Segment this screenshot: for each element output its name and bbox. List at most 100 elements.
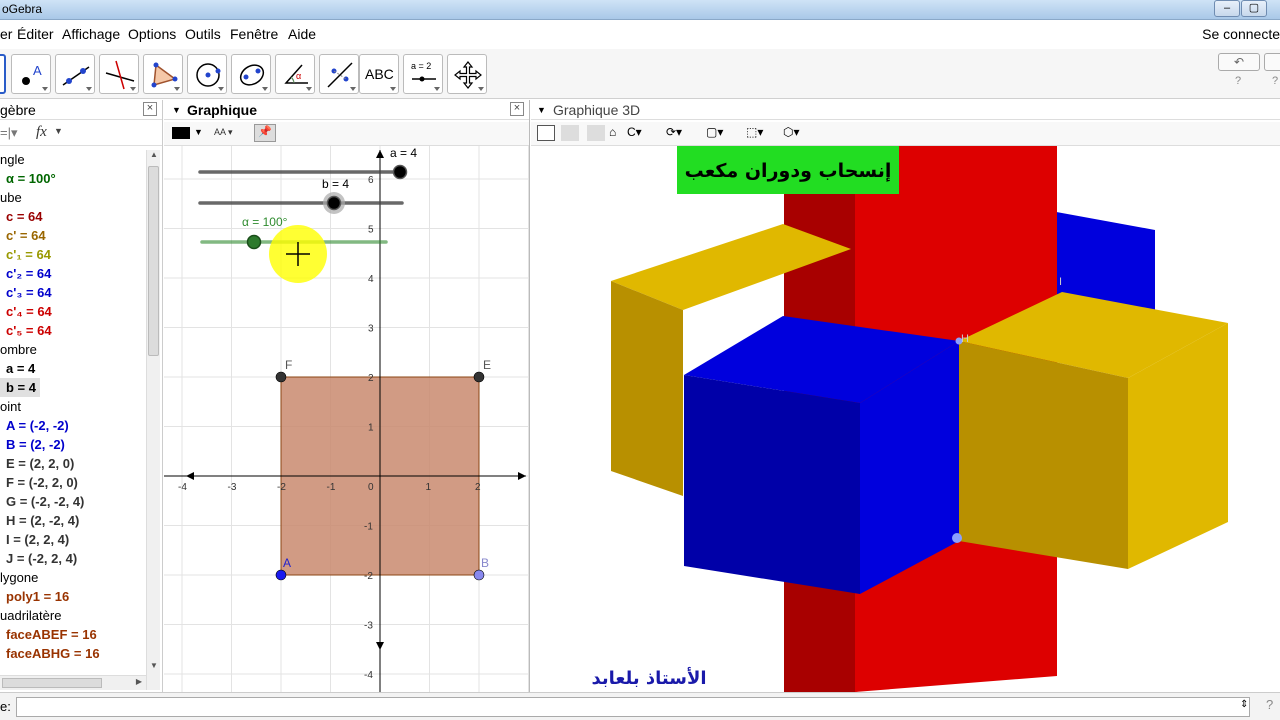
graphics-canvas[interactable]: -4 -3 -2 -1 0 1 2 6 5 4 3 2 1 -1 -2 -3 -4 A B F Ea = 4 b = 4 α…	[164, 146, 530, 692]
menu-tools[interactable]: Outils	[185, 26, 221, 42]
point-B[interactable]	[473, 569, 485, 581]
polygon-tool[interactable]	[143, 54, 183, 94]
menu-options[interactable]: Options	[128, 26, 176, 42]
algebra-item[interactable]: faceABEF = 16	[0, 625, 150, 644]
redo-button[interactable]: ↷	[1264, 53, 1280, 71]
menu-view[interactable]: Affichage	[62, 26, 120, 42]
algebra-item[interactable]: E = (2, 2, 0)	[0, 454, 150, 473]
vertex-point[interactable]	[952, 533, 962, 543]
algebra-item[interactable]: G = (-2, -2, 4)	[0, 492, 150, 511]
algebra-category[interactable]: uadrilatère	[0, 606, 150, 625]
plane-toggle-icon[interactable]	[587, 125, 605, 141]
fx-button[interactable]: fx	[36, 124, 47, 141]
input-field[interactable]	[16, 697, 1250, 717]
close-icon[interactable]: ×	[510, 102, 524, 116]
algebra-scrollbar[interactable]: ▲ ▼	[146, 150, 160, 690]
algebra-item[interactable]: c'₁ = 64	[0, 245, 150, 264]
panel-menu-icon[interactable]: ▼	[172, 105, 181, 115]
point-tool[interactable]: A	[11, 54, 51, 94]
algebra-item[interactable]: c'₅ = 64	[0, 321, 150, 340]
slider-knob-b[interactable]	[326, 195, 342, 211]
algebra-item[interactable]: α = 100°	[0, 169, 150, 188]
sort-icon[interactable]: =|▾	[0, 125, 18, 141]
menu-edit[interactable]: Éditer	[17, 26, 54, 42]
close-icon[interactable]: ×	[143, 102, 157, 116]
conic-tool[interactable]	[231, 54, 271, 94]
text-tool[interactable]: ABC	[359, 54, 399, 94]
hscroll-thumb[interactable]	[2, 678, 102, 688]
algebra-category[interactable]: lygone	[0, 568, 150, 587]
algebra-hscrollbar[interactable]: ▶	[0, 675, 146, 690]
algebra-category[interactable]: ngle	[0, 150, 150, 169]
help-icon[interactable]: ?	[1266, 697, 1273, 712]
chevron-down-icon[interactable]: ▼	[194, 127, 203, 137]
algebra-item[interactable]: I = (2, 2, 4)	[0, 530, 150, 549]
scroll-up-icon[interactable]: ▲	[150, 150, 158, 159]
help-icon[interactable]: ?	[1235, 75, 1241, 87]
algebra-item[interactable]: A = (-2, -2)	[0, 416, 150, 435]
text-size-icon[interactable]: AA ▾	[214, 127, 233, 138]
algebra-item[interactable]: b = 4	[0, 378, 40, 397]
algebra-item[interactable]: F = (-2, 2, 0)	[0, 473, 150, 492]
algebra-item[interactable]: c'₂ = 64	[0, 264, 150, 283]
point-label-E: E	[483, 358, 491, 372]
pin-icon[interactable]: 📌	[254, 124, 276, 142]
algebra-item[interactable]: H = (2, -2, 4)	[0, 511, 150, 530]
move-graphics-tool[interactable]	[447, 54, 487, 94]
algebra-item[interactable]: c'₄ = 64	[0, 302, 150, 321]
yellow-right-front[interactable]	[959, 341, 1128, 569]
angle-tool[interactable]: α	[275, 54, 315, 94]
menu-window[interactable]: Fenêtre	[230, 26, 278, 42]
algebra-item[interactable]: c'₃ = 64	[0, 283, 150, 302]
view-direction-icon[interactable]: ▢▾	[706, 125, 723, 139]
maximize-button[interactable]: ▢	[1241, 0, 1267, 17]
graphics-view[interactable]: ▼ Graphique × ▼ AA ▾ 📌 -4 -3 -2 -1 0 1 2 6 5 4 3 2 1…	[164, 100, 530, 692]
help-icon-2[interactable]: ?	[1272, 75, 1278, 87]
panel-menu-icon[interactable]: ▼	[537, 105, 546, 115]
point-F[interactable]	[275, 371, 287, 383]
algebra-item[interactable]: faceABHG = 16	[0, 644, 150, 663]
chevron-down-icon[interactable]: ▼	[54, 126, 63, 136]
y-tick-label: -2	[364, 571, 373, 582]
algebra-category[interactable]: ube	[0, 188, 150, 207]
move-tool[interactable]	[0, 54, 6, 94]
yellow-left-front[interactable]	[611, 281, 683, 496]
perpendicular-tool[interactable]	[99, 54, 139, 94]
point-E[interactable]	[473, 371, 485, 383]
login-link[interactable]: Se connecte	[1202, 26, 1280, 42]
algebra-item[interactable]: poly1 = 16	[0, 587, 150, 606]
circle-tool[interactable]	[187, 54, 227, 94]
undo-button[interactable]: ↶	[1218, 53, 1260, 71]
chevron-updown-icon[interactable]: ⇕	[1240, 699, 1248, 710]
slider-tool[interactable]: a = 2	[403, 54, 443, 94]
algebra-category[interactable]: ombre	[0, 340, 150, 359]
grid-toggle-icon[interactable]	[561, 125, 579, 141]
menu-help[interactable]: Aide	[288, 26, 316, 42]
algebra-item[interactable]: c = 64	[0, 207, 150, 226]
menu-file[interactable]: er	[0, 26, 12, 42]
home-icon[interactable]: ⌂	[609, 125, 616, 139]
line-tool[interactable]	[55, 54, 95, 94]
point-A[interactable]	[275, 569, 287, 581]
algebra-category[interactable]: oint	[0, 397, 150, 416]
scroll-thumb[interactable]	[148, 166, 159, 356]
graphics-3d-canvas[interactable]: H I إنسحاب ودوران مكعب الأستاذ بلعابد	[531, 146, 1280, 692]
algebra-item[interactable]: J = (-2, 2, 4)	[0, 549, 150, 568]
blue-front-left[interactable]	[684, 375, 860, 594]
slider-knob-alpha[interactable]	[246, 234, 262, 250]
animate-icon[interactable]: ⟳▾	[666, 125, 682, 139]
graphics-3d-view[interactable]: ▼ Graphique 3D ⌂ C▾ ⟳▾ ▢▾ ⬚▾ ⬡▾ H I إنسحاب…	[531, 100, 1280, 692]
color-swatch[interactable]	[172, 127, 190, 139]
scroll-down-icon[interactable]: ▼	[150, 661, 158, 670]
clipping-icon[interactable]: ⬚▾	[746, 125, 763, 139]
scroll-right-icon[interactable]: ▶	[136, 677, 142, 686]
projection-icon[interactable]: ⬡▾	[783, 125, 800, 139]
axes-toggle-icon[interactable]	[537, 125, 555, 141]
algebra-item[interactable]: B = (2, -2)	[0, 435, 150, 454]
algebra-item[interactable]: a = 4	[0, 359, 150, 378]
slider-knob-a[interactable]	[392, 164, 408, 180]
algebra-item[interactable]: c' = 64	[0, 226, 150, 245]
minimize-button[interactable]: –	[1214, 0, 1240, 17]
reflect-tool[interactable]	[319, 54, 359, 94]
rotate-view-icon[interactable]: C▾	[627, 125, 642, 139]
